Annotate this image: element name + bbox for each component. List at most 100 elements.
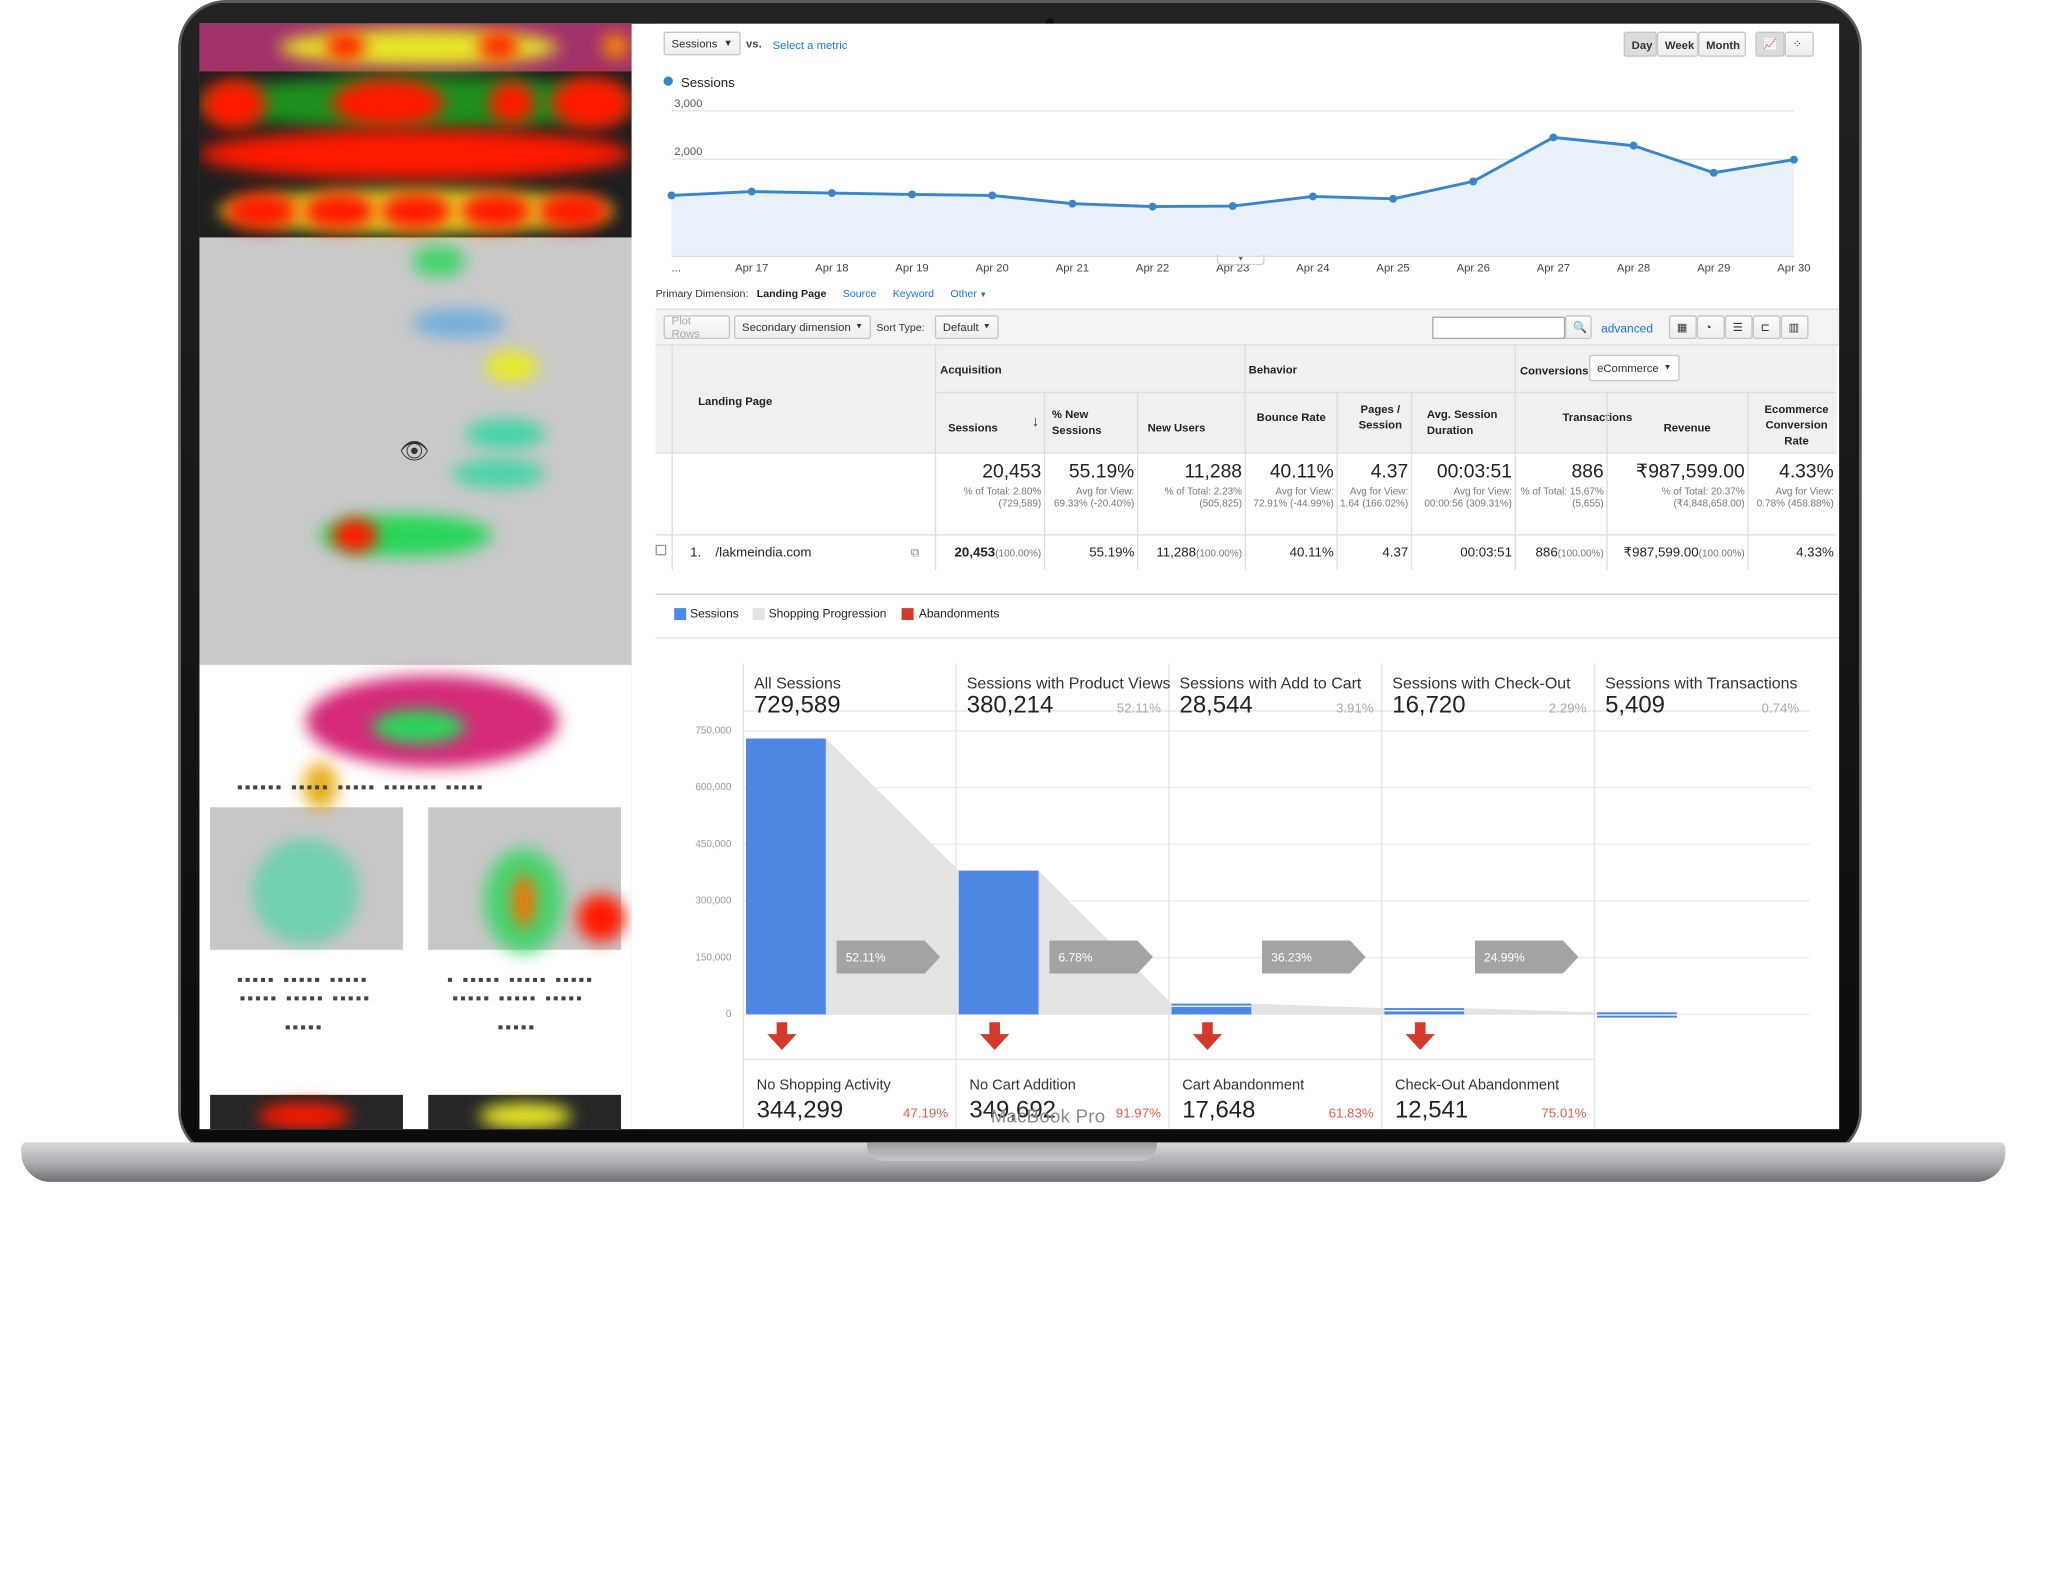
chevron-down-icon: ▼ — [855, 323, 864, 332]
secondary-dimension-select[interactable]: Secondary dimension ▼ — [734, 315, 872, 340]
laptop-notch — [867, 1142, 1157, 1161]
sessions-point[interactable] — [747, 187, 756, 196]
col-avg-session-duration[interactable]: Avg. Session Duration — [1427, 406, 1513, 438]
conversions-select[interactable]: eCommerce ▼ — [1589, 354, 1680, 382]
col-landing-page[interactable]: Landing Page — [698, 393, 772, 409]
abandon-name: No Cart Addition — [969, 1077, 1076, 1094]
sessions-point[interactable] — [667, 191, 676, 200]
sessions-point[interactable] — [1469, 177, 1478, 186]
sessions-point[interactable] — [1789, 155, 1798, 164]
abandon-arrow-icon — [1192, 1022, 1223, 1051]
abandon-name: Check-Out Abandonment — [1394, 1077, 1560, 1094]
search-icon[interactable]: 🔍 — [1565, 315, 1592, 340]
day-button[interactable]: Day — [1623, 31, 1657, 57]
col-transactions[interactable]: Transactions — [1563, 409, 1633, 425]
table-view-icon[interactable]: ▦ — [1668, 315, 1697, 340]
row-checkbox[interactable] — [655, 544, 667, 556]
sessions-point[interactable] — [988, 191, 997, 200]
shopping-funnel-panel: Sessions Shopping Progression Abandonmen… — [655, 593, 1840, 1130]
dimension-keyword[interactable]: Keyword — [893, 288, 934, 300]
stage-name: Sessions with Add to Cart — [1179, 674, 1362, 693]
stage-value: 28,544 — [1179, 691, 1253, 718]
abandon-value: 17,648 — [1182, 1096, 1256, 1123]
sessions-point[interactable] — [1389, 194, 1398, 203]
sort-arrow-icon: ↓ — [1031, 414, 1040, 431]
sessions-point[interactable] — [1549, 133, 1558, 142]
primary-dimension-label: Primary Dimension: — [655, 287, 749, 300]
group-behavior: Behavior — [1248, 362, 1298, 376]
sessions-point[interactable] — [1068, 199, 1077, 208]
col-pages-session[interactable]: Pages / Session — [1347, 401, 1413, 433]
x-tick-label: Apr 20 — [976, 263, 1009, 275]
y-tick-label: 750,000 — [695, 724, 732, 737]
y-tick-label: 600,000 — [695, 780, 732, 793]
chevron-down-icon: ▼ — [982, 323, 991, 332]
laptop-screen: 👁 ▪▪▪▪▪▪ ▪▪▪▪▪ ▪▪▪▪▪ ▪▪▪▪▪▪▪ ▪▪▪▪▪ ▪▪▪▪▪… — [199, 23, 1840, 1130]
col-sessions[interactable]: Sessions — [948, 419, 998, 435]
sessions-point[interactable] — [1228, 202, 1237, 211]
abandon-value: 12,541 — [1394, 1096, 1469, 1123]
group-acquisition: Acquisition — [940, 362, 1002, 376]
sessions-point[interactable] — [908, 190, 917, 199]
stage-value: 16,720 — [1392, 691, 1466, 718]
month-button[interactable]: Month — [1698, 31, 1747, 57]
progression-band — [1464, 1008, 1598, 1015]
dimension-other[interactable]: Other — [950, 288, 977, 300]
sessions-point[interactable] — [827, 189, 836, 197]
legend-sessions: Sessions — [680, 76, 735, 92]
total-value: 4.37 — [1370, 461, 1409, 483]
dimension-source[interactable]: Source — [843, 288, 877, 300]
col-new-users[interactable]: New Users — [1148, 419, 1206, 435]
col-new-sessions[interactable]: % New Sessions — [1052, 406, 1132, 438]
sessions-point[interactable] — [1308, 192, 1317, 201]
col-bounce-rate[interactable]: Bounce Rate — [1257, 409, 1326, 425]
metric-select[interactable]: Sessions ▼ — [663, 31, 741, 56]
select-metric-link[interactable]: Select a metric — [773, 38, 848, 51]
sessions-point[interactable] — [1709, 168, 1718, 177]
col-revenue[interactable]: Revenue — [1664, 419, 1711, 435]
plot-rows-button[interactable]: Plot Rows — [663, 314, 731, 340]
sort-type-select[interactable]: Default ▼ — [934, 315, 999, 340]
metric-select-value: Sessions — [671, 36, 718, 51]
total-value: 11,288 — [1184, 461, 1243, 483]
sessions-point[interactable] — [1148, 202, 1157, 211]
x-tick-label: Apr 29 — [1697, 263, 1730, 275]
stage-value: 380,214 — [966, 691, 1054, 718]
abandon-percent: 75.01% — [1541, 1106, 1587, 1122]
abandon-name: No Shopping Activity — [756, 1077, 891, 1094]
conversions-select-value: eCommerce — [1597, 361, 1659, 375]
progression-band — [1251, 1003, 1385, 1015]
dimension-landing-page[interactable]: Landing Page — [757, 288, 827, 300]
advanced-link[interactable]: advanced — [1601, 322, 1653, 335]
col-ecommerce-conversion-rate[interactable]: Ecommerce Conversion Rate — [1757, 401, 1837, 448]
stage-bar[interactable] — [1171, 1003, 1252, 1015]
sort-type-label: Sort Type: — [876, 321, 925, 334]
abandon-percent: 47.19% — [903, 1106, 949, 1122]
week-button[interactable]: Week — [1656, 31, 1699, 57]
x-tick-label: Apr 26 — [1457, 263, 1490, 275]
total-subtext: Avg for View: 00:00:56 (309.31%) — [1424, 485, 1512, 510]
x-tick-label: Apr 22 — [1136, 263, 1169, 275]
performance-view-icon[interactable]: ☰ — [1724, 315, 1753, 340]
total-value: 40.11% — [1269, 461, 1334, 483]
chart-collapse-handle[interactable]: ▾ — [1216, 254, 1265, 266]
y-tick-label: 450,000 — [695, 837, 732, 850]
progression-arrow: 36.23% — [1261, 940, 1366, 974]
abandon-arrow-icon — [1405, 1022, 1435, 1051]
stage-bar[interactable] — [958, 870, 1039, 1015]
external-link-icon[interactable]: ⧉ — [911, 546, 920, 561]
row-landing-page-link[interactable]: /lakmeindia.com — [715, 546, 811, 561]
line-chart-icon[interactable]: 📈 — [1755, 31, 1785, 57]
pivot-view-icon[interactable]: ▥ — [1780, 315, 1809, 340]
stage-percent: 3.91% — [1335, 701, 1374, 717]
y-tick-label: 3,000 — [674, 98, 702, 110]
x-tick-label: Apr 27 — [1537, 263, 1570, 275]
row-cell: ₹987,599.00(100.00%) — [1585, 546, 1745, 561]
motion-chart-icon[interactable]: ⁘ — [1784, 31, 1814, 57]
sessions-point[interactable] — [1629, 141, 1638, 150]
abandon-name: Cart Abandonment — [1182, 1077, 1305, 1094]
table-search-input[interactable] — [1432, 316, 1566, 340]
pie-view-icon[interactable]: ◔ — [1696, 315, 1725, 340]
comparison-view-icon[interactable]: ⊏ — [1752, 315, 1781, 340]
stage-bar[interactable] — [746, 738, 826, 1015]
